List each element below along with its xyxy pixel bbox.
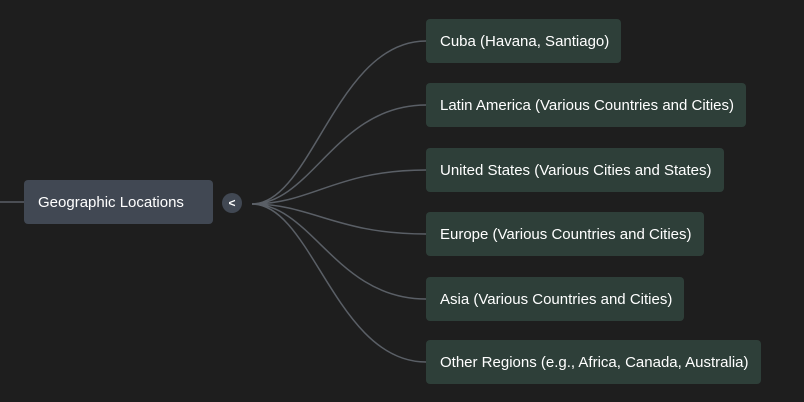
child-node-label: Asia (Various Countries and Cities)	[440, 290, 673, 308]
mindmap-canvas: Geographic Locations < Cuba (Havana, San…	[0, 0, 804, 402]
child-node-asia[interactable]: Asia (Various Countries and Cities)	[426, 277, 685, 321]
child-node-label: Europe (Various Countries and Cities)	[440, 225, 692, 243]
child-node-europe[interactable]: Europe (Various Countries and Cities)	[426, 212, 704, 256]
child-node-united-states[interactable]: United States (Various Cities and States…	[426, 148, 724, 192]
child-node-label: Cuba (Havana, Santiago)	[440, 32, 610, 50]
child-node-cuba[interactable]: Cuba (Havana, Santiago)	[426, 19, 622, 63]
child-node-label: United States (Various Cities and States…	[440, 161, 712, 179]
child-node-label: Other Regions (e.g., Africa, Canada, Aus…	[440, 353, 749, 371]
child-nodes: Cuba (Havana, Santiago) Latin America (V…	[0, 0, 804, 402]
child-node-label: Latin America (Various Countries and Cit…	[440, 96, 735, 114]
child-node-other-regions[interactable]: Other Regions (e.g., Africa, Canada, Aus…	[426, 340, 761, 384]
child-node-latin-america[interactable]: Latin America (Various Countries and Cit…	[426, 83, 747, 127]
